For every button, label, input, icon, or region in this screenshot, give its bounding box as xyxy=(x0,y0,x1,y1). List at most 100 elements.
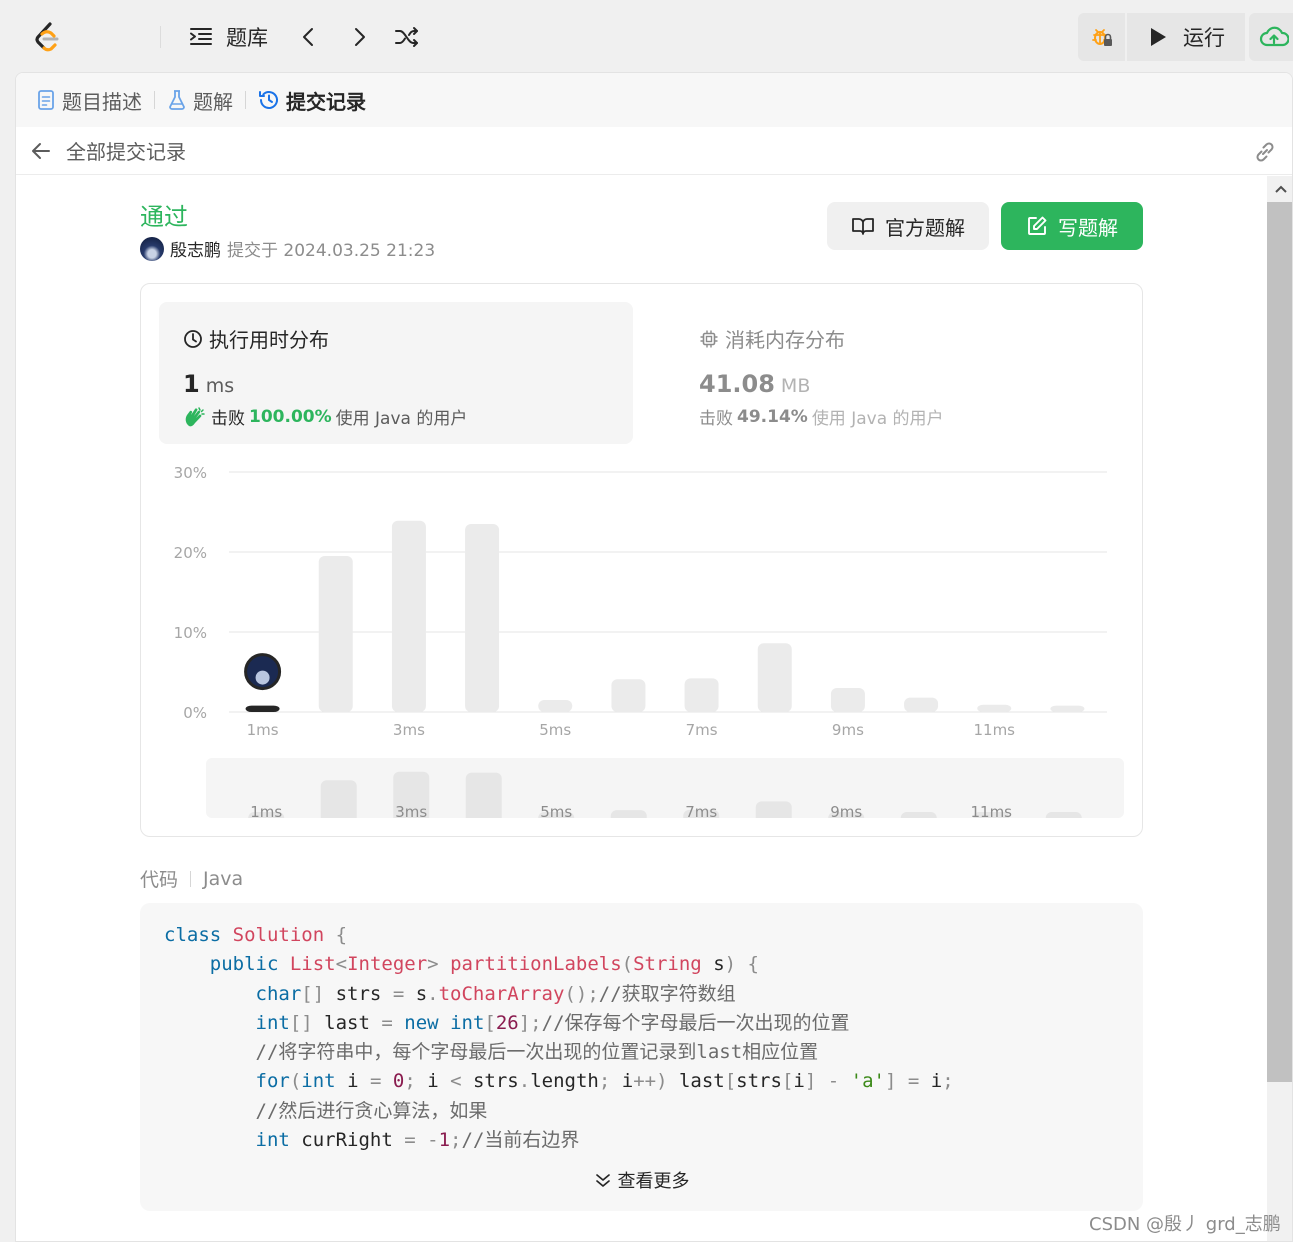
runtime-title: 执行用时分布 xyxy=(183,324,329,353)
memory-stat[interactable]: 消耗内存分布 41.08 MB 击败 49.14% 使用 Java 的用户 xyxy=(675,302,1115,444)
runtime-number: 1 xyxy=(183,370,200,398)
bug-lock-icon xyxy=(1091,29,1112,46)
scroll-up-button[interactable] xyxy=(1267,176,1292,202)
code-content: class Solution { public List<Integer> pa… xyxy=(164,924,954,1152)
brush-tick-label: 7ms xyxy=(685,803,717,818)
chart-bar xyxy=(611,679,646,712)
chart-bar xyxy=(538,700,573,712)
memory-beat-suffix: 使用 Java 的用户 xyxy=(811,409,944,429)
runtime-title-text: 执行用时分布 xyxy=(209,328,329,352)
x-tick-label: 3ms xyxy=(393,721,425,739)
chart-bar xyxy=(904,697,939,712)
brush-tick-label: 5ms xyxy=(540,803,572,818)
chart-bar xyxy=(830,688,865,712)
brush-tick-label: 3ms xyxy=(395,803,427,818)
runtime-beat-prefix: 击败 xyxy=(211,409,245,429)
open-book-icon xyxy=(852,218,874,235)
tab-solutions-label: 题解 xyxy=(193,89,233,114)
author-name[interactable]: 殷志鹏 xyxy=(170,236,221,261)
chart-bar xyxy=(977,704,1012,712)
run-label: 运行 xyxy=(1183,26,1225,50)
chip-icon xyxy=(700,330,718,347)
chart-bar xyxy=(245,705,280,712)
chart-bar xyxy=(465,524,500,712)
x-tick-label: 1ms xyxy=(247,721,279,739)
tab-description[interactable]: 题目描述 xyxy=(36,86,142,115)
brush-bar xyxy=(755,801,792,818)
show-more-button[interactable]: 查看更多 xyxy=(140,1167,1143,1193)
tab-solutions[interactable]: 题解 xyxy=(167,86,233,115)
panel-tabs: 题目描述 题解 提交记录 xyxy=(16,73,1292,127)
topbar-divider xyxy=(160,26,161,48)
y-tick-label: 10% xyxy=(174,624,207,642)
tab-submissions[interactable]: 提交记录 xyxy=(258,86,366,115)
y-tick-label: 20% xyxy=(174,544,207,562)
prev-problem-button[interactable] xyxy=(296,22,322,52)
runtime-beat-suffix: 使用 Java 的用户 xyxy=(335,409,468,429)
caret-up-icon xyxy=(1274,185,1287,193)
x-tick-label: 7ms xyxy=(686,721,718,739)
code-language: Java xyxy=(203,867,244,890)
submission-author: 殷志鹏 提交于 2024.03.25 21:23 xyxy=(140,236,435,261)
bar-avatar-glow xyxy=(255,670,270,685)
chart-bar xyxy=(757,643,792,712)
memory-title-text: 消耗内存分布 xyxy=(725,328,845,352)
chart-bar xyxy=(684,678,719,712)
write-solution-label: 写题解 xyxy=(1058,215,1118,240)
brush-bar xyxy=(900,812,937,818)
link-icon[interactable] xyxy=(1252,139,1278,165)
memory-beat-prefix: 击败 xyxy=(699,409,733,429)
tab-description-label: 题目描述 xyxy=(62,89,142,114)
run-controls: 运行 xyxy=(1078,13,1293,61)
submitted-at: 提交于 2024.03.25 21:23 xyxy=(227,241,436,261)
clap-hands-icon xyxy=(185,406,205,426)
avatar[interactable] xyxy=(140,236,164,261)
csdn-watermark: CSDN @殷丿 grd_志鹏 xyxy=(1089,1214,1281,1235)
next-problem-button[interactable] xyxy=(346,22,372,52)
vertical-scrollbar[interactable] xyxy=(1267,176,1292,1241)
submit-button[interactable] xyxy=(1249,13,1293,61)
memory-unit: MB xyxy=(780,375,811,397)
memory-title: 消耗内存分布 xyxy=(699,324,845,353)
brush-mini-chart: 1ms 3ms 5ms 7ms 9ms 11ms xyxy=(248,771,1082,818)
chevron-right-icon xyxy=(355,28,365,46)
brush-bar xyxy=(610,810,647,818)
write-solution-button[interactable]: 写题解 xyxy=(1001,202,1143,250)
chart-bar xyxy=(318,556,353,712)
arrow-left-icon xyxy=(32,142,50,159)
scrollbar-thumb[interactable] xyxy=(1267,202,1292,1082)
top-bar: 题库 运行 xyxy=(0,0,1293,72)
brush-tick-label: 1ms xyxy=(250,803,282,818)
x-tick-label: 11ms xyxy=(973,721,1015,739)
clock-icon xyxy=(184,329,202,348)
memory-value: 41.08 MB xyxy=(699,370,810,398)
play-icon xyxy=(1151,28,1166,46)
runtime-beat: 击败 100.00% 使用 Java 的用户 xyxy=(183,404,467,429)
random-problem-button[interactable] xyxy=(394,22,420,52)
code-block[interactable]: class Solution { public List<Integer> pa… xyxy=(140,903,1143,1211)
document-icon xyxy=(38,90,54,110)
shuffle-icon xyxy=(395,27,418,47)
memory-number: 41.08 xyxy=(699,370,775,398)
code-header-divider xyxy=(190,870,192,887)
problem-bank-button[interactable]: 题库 xyxy=(188,22,268,52)
brush-bar xyxy=(465,772,502,818)
run-button[interactable]: 运行 xyxy=(1127,13,1245,61)
chart-bar xyxy=(391,520,426,712)
performance-card: 执行用时分布 1 ms 击败 100.00% 使用 Java 的用户 消耗内存分布 xyxy=(140,283,1143,837)
brush-bar xyxy=(320,780,357,818)
leetcode-logo-icon[interactable] xyxy=(30,20,66,56)
back-to-submissions[interactable]: 全部提交记录 xyxy=(16,127,1292,175)
chart-range-brush[interactable]: 1ms 3ms 5ms 7ms 9ms 11ms xyxy=(206,758,1124,818)
brush-tick-label: 11ms xyxy=(970,803,1012,818)
submission-panel: 题目描述 题解 提交记录 全部提交记录 通过 殷志鹏 提交于 2024.03.2… xyxy=(15,72,1293,1242)
runtime-stat[interactable]: 执行用时分布 1 ms 击败 100.00% 使用 Java 的用户 xyxy=(159,302,633,444)
code-header: 代码 Java xyxy=(140,865,243,892)
chevron-left-icon xyxy=(303,28,313,46)
problem-bank-label: 题库 xyxy=(226,26,268,50)
runtime-distribution-chart[interactable]: 30% 20% 10% 0% 1ms 3ms 5ms 7ms 9ms 11ms xyxy=(141,454,1141,754)
debug-button[interactable] xyxy=(1078,13,1125,61)
official-solution-label: 官方题解 xyxy=(885,215,965,240)
y-tick-label: 30% xyxy=(174,464,207,482)
official-solution-button[interactable]: 官方题解 xyxy=(827,202,989,250)
